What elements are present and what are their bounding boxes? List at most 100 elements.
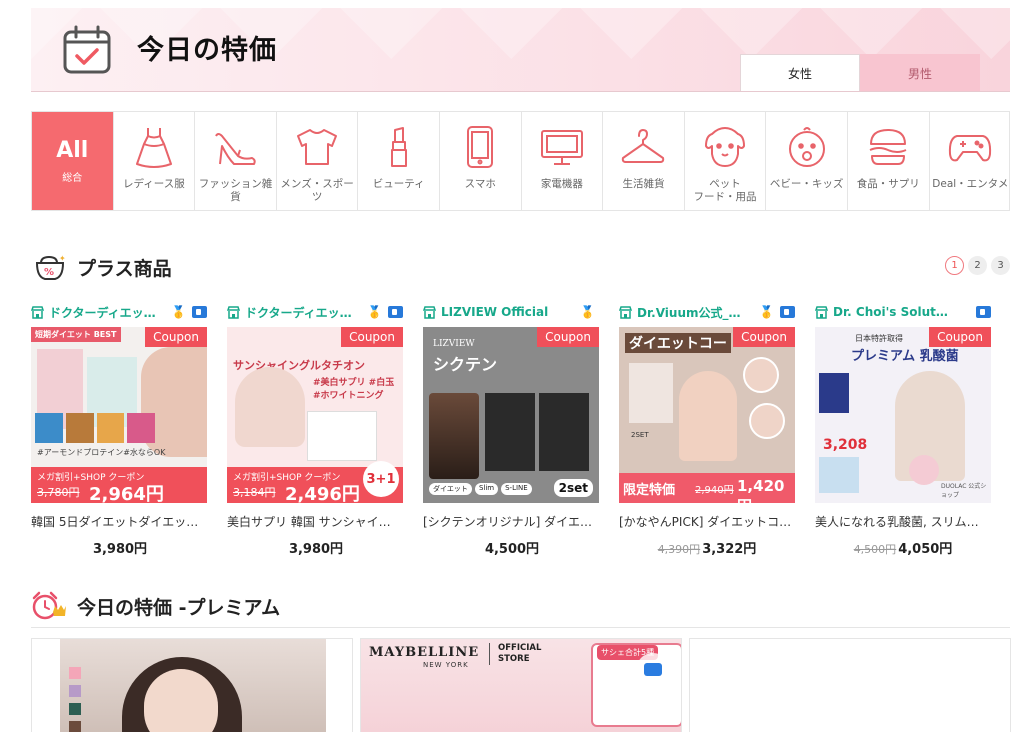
color-swatch (69, 703, 81, 715)
alarm-clock-icon (32, 591, 66, 620)
premium-card[interactable]: MAYBELLINE NEW YORK OFFICIAL STORE サシェ合計… (360, 638, 682, 732)
strip-now: 2,964円 (89, 484, 164, 503)
category-label: ベビー・キッズ (769, 178, 844, 190)
medal-icon: 🥇 (759, 305, 774, 319)
strip-now: 2,496円 (285, 484, 360, 503)
current-price: 3,322円 (702, 542, 757, 557)
category-all-big: All (56, 138, 89, 163)
video-icon[interactable] (388, 306, 403, 318)
product-image[interactable]: LIZVIEW シクテン ダイエット Slim S-LINE 2set Coup… (423, 327, 599, 503)
product-image[interactable]: ダイエットコー 2SET 限定特価 2,940円 1,420円 Coupon (619, 327, 795, 503)
shop-row[interactable]: Dr.Viuum公式_… 🥇 (619, 303, 795, 321)
category-label: 家電機器 (540, 178, 583, 190)
store-icon (619, 305, 632, 319)
plus-pagination: 1 2 3 (945, 256, 1010, 275)
category-pet[interactable]: ペット フード・用品 (685, 112, 767, 210)
product-card[interactable]: Dr. Choi's Solut… 日本特許取得 プレミアム 乳酸菌 3,208… (815, 303, 991, 557)
category-label: 生活雑貨 (622, 178, 665, 190)
color-swatch (69, 667, 81, 679)
category-deal-entertainment[interactable]: Deal・エンタメ (930, 112, 1012, 210)
category-appliances[interactable]: 家電機器 (522, 112, 604, 210)
art-pack (539, 393, 589, 471)
shop-row[interactable]: LIZVIEW Official 🥇 (423, 303, 599, 321)
current-price: 4,050円 (898, 542, 953, 557)
price-strip: メガ割引+SHOP クーポン 3,780円 2,964円 (31, 467, 207, 503)
current-price: 3,980円 (288, 542, 344, 557)
category-smartphone[interactable]: スマホ (440, 112, 522, 210)
shop-row[interactable]: ドクターディエッ… 🥇 (227, 303, 403, 321)
tab-male[interactable]: 男性 (860, 54, 980, 91)
shop-row[interactable]: ドクターディエッ… 🥇 (31, 303, 207, 321)
product-price: 3,980円 (227, 538, 403, 557)
premium-section-title: 今日の特価 -プレミアム (77, 596, 281, 619)
video-icon[interactable] (780, 306, 795, 318)
product-title[interactable]: [シクテンオリジナル] ダイエ… (423, 513, 599, 530)
product-title[interactable]: 美白サプリ 韓国 サンシャイ… (227, 513, 403, 530)
category-label: Deal・エンタメ (932, 178, 1009, 190)
plus-section-title: プラス商品 (77, 257, 172, 280)
art-tag: ダイエット (429, 483, 472, 495)
gender-tabs: 女性 男性 (740, 54, 980, 91)
product-card[interactable]: ドクターディエッ… 🥇 短期ダイエット BEST #アーモンドプロテイン#水なら… (31, 303, 207, 557)
shop-name: LIZVIEW Official (441, 305, 549, 319)
premium-divider (31, 627, 1010, 628)
art-small: DUOLAC 公式ショップ (941, 483, 987, 499)
category-mens-sports[interactable]: メンズ・スポーツ (277, 112, 359, 210)
category-all[interactable]: All 総合 (32, 112, 114, 210)
coupon-badge: Coupon (145, 327, 207, 347)
gamepad-icon (949, 135, 992, 162)
page-2[interactable]: 2 (968, 256, 987, 275)
category-baby-kids[interactable]: ベビー・キッズ (766, 112, 848, 210)
smartphone-icon (467, 126, 494, 168)
category-ladies[interactable]: レディース服 (114, 112, 196, 210)
art-note (629, 363, 673, 423)
strip-now: 1,420円 (737, 477, 785, 503)
category-household[interactable]: 生活雑貨 (603, 112, 685, 210)
art-row (35, 413, 155, 443)
category-all-label: 総合 (62, 173, 83, 184)
coupon-badge: Coupon (733, 327, 795, 347)
product-title[interactable]: 韓国 5日ダイエットダイエッ… (31, 513, 207, 530)
tshirt-icon (297, 129, 338, 165)
svg-text:%: % (44, 267, 54, 278)
todays-deals-page: 今日の特価 女性 男性 All 総合 レディース服 ファッション雑貨 メンズ・ス… (0, 0, 1017, 732)
premium-card[interactable] (31, 638, 353, 732)
category-beauty[interactable]: ビューティ (358, 112, 440, 210)
art-price: 3,208 (823, 437, 868, 453)
art-box (819, 457, 859, 493)
video-icon[interactable] (192, 306, 207, 318)
page-title: 今日の特価 (137, 35, 277, 66)
product-image[interactable]: サンシャイングルタチオン #美白サプリ #白玉 #ホワイトニング メガ割引+SH… (227, 327, 403, 503)
shop-row[interactable]: Dr. Choi's Solut… (815, 303, 991, 321)
tab-female[interactable]: 女性 (740, 54, 860, 91)
art-mid: #アーモンドプロテイン#水ならOK (37, 448, 166, 457)
art-mid: #美白サプリ #白玉 #ホワイトニング (313, 378, 395, 401)
category-food-supplement[interactable]: 食品・サプリ (848, 112, 930, 210)
premium-card-empty[interactable] (689, 638, 1011, 732)
product-image[interactable]: 日本特許取得 プレミアム 乳酸菌 3,208 DUOLAC 公式ショップ Cou… (815, 327, 991, 503)
store-icon (815, 305, 828, 319)
brand-sub: NEW YORK (423, 661, 469, 669)
product-title[interactable]: [かなやんPICK] ダイエットコ… (619, 513, 795, 530)
product-title[interactable]: 美人になれる乳酸菌, スリム… (815, 513, 991, 530)
art-device (909, 455, 939, 485)
video-play-icon[interactable] (636, 653, 670, 687)
product-price: 3,980円 (31, 538, 207, 557)
page-1[interactable]: 1 (945, 256, 964, 275)
video-icon[interactable] (976, 306, 991, 318)
product-card[interactable]: ドクターディエッ… 🥇 サンシャイングルタチオン #美白サプリ #白玉 #ホワイ… (227, 303, 403, 557)
product-image[interactable]: 短期ダイエット BEST #アーモンドプロテイン#水ならOK メガ割引+SHOP… (31, 327, 207, 503)
art-label (819, 373, 849, 413)
category-bar: All 総合 レディース服 ファッション雑貨 メンズ・スポーツ ビューティ スマ… (31, 111, 1010, 211)
art-mid: プレミアム 乳酸菌 (851, 349, 959, 364)
product-card[interactable]: LIZVIEW Official 🥇 LIZVIEW シクテン ダイエット Sl… (423, 303, 599, 557)
product-list: ドクターディエッ… 🥇 短期ダイエット BEST #アーモンドプロテイン#水なら… (31, 303, 991, 557)
art-avatar (743, 357, 779, 393)
strip-was: 2,940円 (695, 485, 734, 496)
product-card[interactable]: Dr.Viuum公式_… 🥇 ダイエットコー 2SET 限定特価 2,940円 … (619, 303, 795, 557)
art-tags: ダイエット Slim S-LINE (429, 483, 532, 495)
art-top: LIZVIEW (433, 339, 475, 349)
page-3[interactable]: 3 (991, 256, 1010, 275)
category-fashion-goods[interactable]: ファッション雑貨 (195, 112, 277, 210)
store-icon (31, 305, 44, 319)
